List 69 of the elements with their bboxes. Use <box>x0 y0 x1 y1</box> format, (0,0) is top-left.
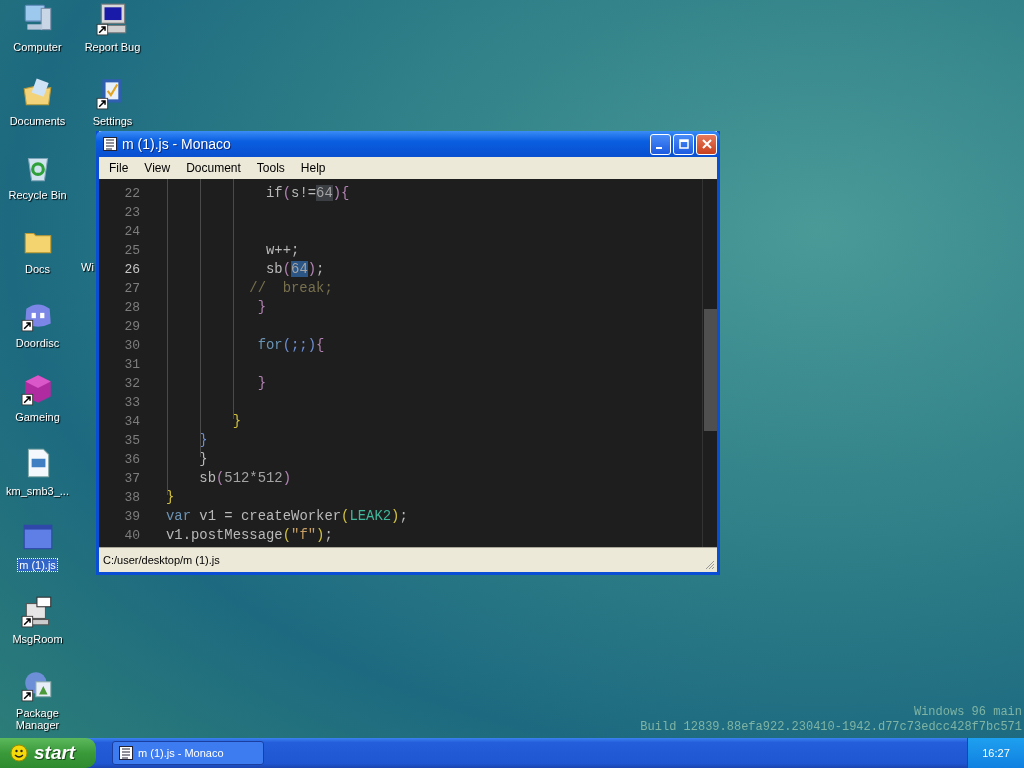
file-path-text: C:/user/desktop/m (1).js <box>103 554 221 566</box>
line-number: 33 <box>123 394 141 412</box>
vertical-scrollbar[interactable] <box>702 179 717 547</box>
build-info-text: Windows 96 main <box>913 705 1022 720</box>
icon-label[interactable]: Settings <box>91 115 134 127</box>
close-icon <box>700 138 713 150</box>
scrollbar-thumb[interactable] <box>704 309 717 431</box>
line-number: 35 <box>123 432 141 450</box>
line-number: 24 <box>123 223 141 241</box>
icon-label[interactable]: Recycle Bin <box>7 189 68 201</box>
code-line: } <box>256 298 267 317</box>
code-line: sb(64); <box>265 260 325 279</box>
minimize-icon <box>655 147 662 149</box>
code-line: if(s!=64){ <box>265 184 350 203</box>
icon-label[interactable]: Report Bug <box>83 41 142 53</box>
build-info-text: Build 12839.88efa922.230410-1942.d77c73edcc428f7bc571 <box>640 720 1022 735</box>
notepad-icon <box>103 137 117 151</box>
code-line: } <box>231 412 242 431</box>
close-button[interactable] <box>696 133 717 155</box>
line-number: 23 <box>123 204 141 222</box>
line-number: 40 <box>123 527 141 545</box>
line-number: 25 <box>123 242 141 260</box>
minimize-button[interactable] <box>650 133 671 155</box>
code-line: var v1 = createWorker(LEAK2); <box>166 507 408 526</box>
icon-label[interactable]: MsgRoom <box>11 633 64 645</box>
icon-label[interactable]: Documents <box>8 115 67 127</box>
code-line: for(;;){ <box>256 336 325 355</box>
icon-label[interactable]: Gameing <box>14 411 61 423</box>
code-line: sb(512*512) <box>198 469 292 488</box>
line-number: 28 <box>123 299 141 317</box>
start-button[interactable]: start <box>0 738 96 768</box>
line-number: 34 <box>123 413 141 431</box>
line-number: 30 <box>123 337 141 355</box>
icon-label[interactable]: Computer <box>12 41 63 53</box>
notepad-icon <box>119 746 133 760</box>
icon-label[interactable]: Doordisc <box>14 337 61 349</box>
icon-label[interactable]: Wi <box>81 261 94 273</box>
menu-item[interactable]: Help <box>292 161 334 175</box>
menu-item[interactable]: View <box>136 161 179 175</box>
line-number: 38 <box>123 489 141 507</box>
menu-item[interactable]: File <box>101 161 137 175</box>
line-number: 26 <box>123 261 141 279</box>
smiley-icon <box>10 744 28 762</box>
icon-label[interactable]: Package Manager <box>0 707 75 731</box>
maximize-icon <box>677 138 690 150</box>
code-line: } <box>166 488 175 507</box>
maximize-button[interactable] <box>673 133 694 155</box>
resize-grip-icon[interactable] <box>705 560 715 570</box>
code-line: v1.postMessage("f"); <box>166 526 333 545</box>
line-number: 22 <box>123 185 141 203</box>
line-number: 31 <box>123 356 141 374</box>
icon-label[interactable]: Docs <box>23 263 52 275</box>
code-line: // break; <box>248 279 333 298</box>
icon-label[interactable]: m (1).js <box>18 559 57 571</box>
line-number: 32 <box>123 375 141 393</box>
clock: 16:27 <box>982 747 1010 759</box>
line-number: 37 <box>123 470 141 488</box>
menu-item[interactable]: Tools <box>248 161 293 175</box>
icon-label[interactable]: km_smb3_... <box>5 485 70 497</box>
code-line: } <box>198 450 208 469</box>
code-line: w++; <box>265 241 300 260</box>
window-title: m (1).js - Monaco <box>122 136 232 152</box>
line-number: 27 <box>123 280 141 298</box>
line-number: 29 <box>123 318 141 336</box>
code-line: } <box>256 374 267 393</box>
taskbar-button[interactable]: m (1).js - Monaco <box>112 741 264 765</box>
menu-item[interactable]: Document <box>178 161 249 175</box>
line-number: 36 <box>123 451 141 469</box>
line-number: 39 <box>123 508 141 526</box>
